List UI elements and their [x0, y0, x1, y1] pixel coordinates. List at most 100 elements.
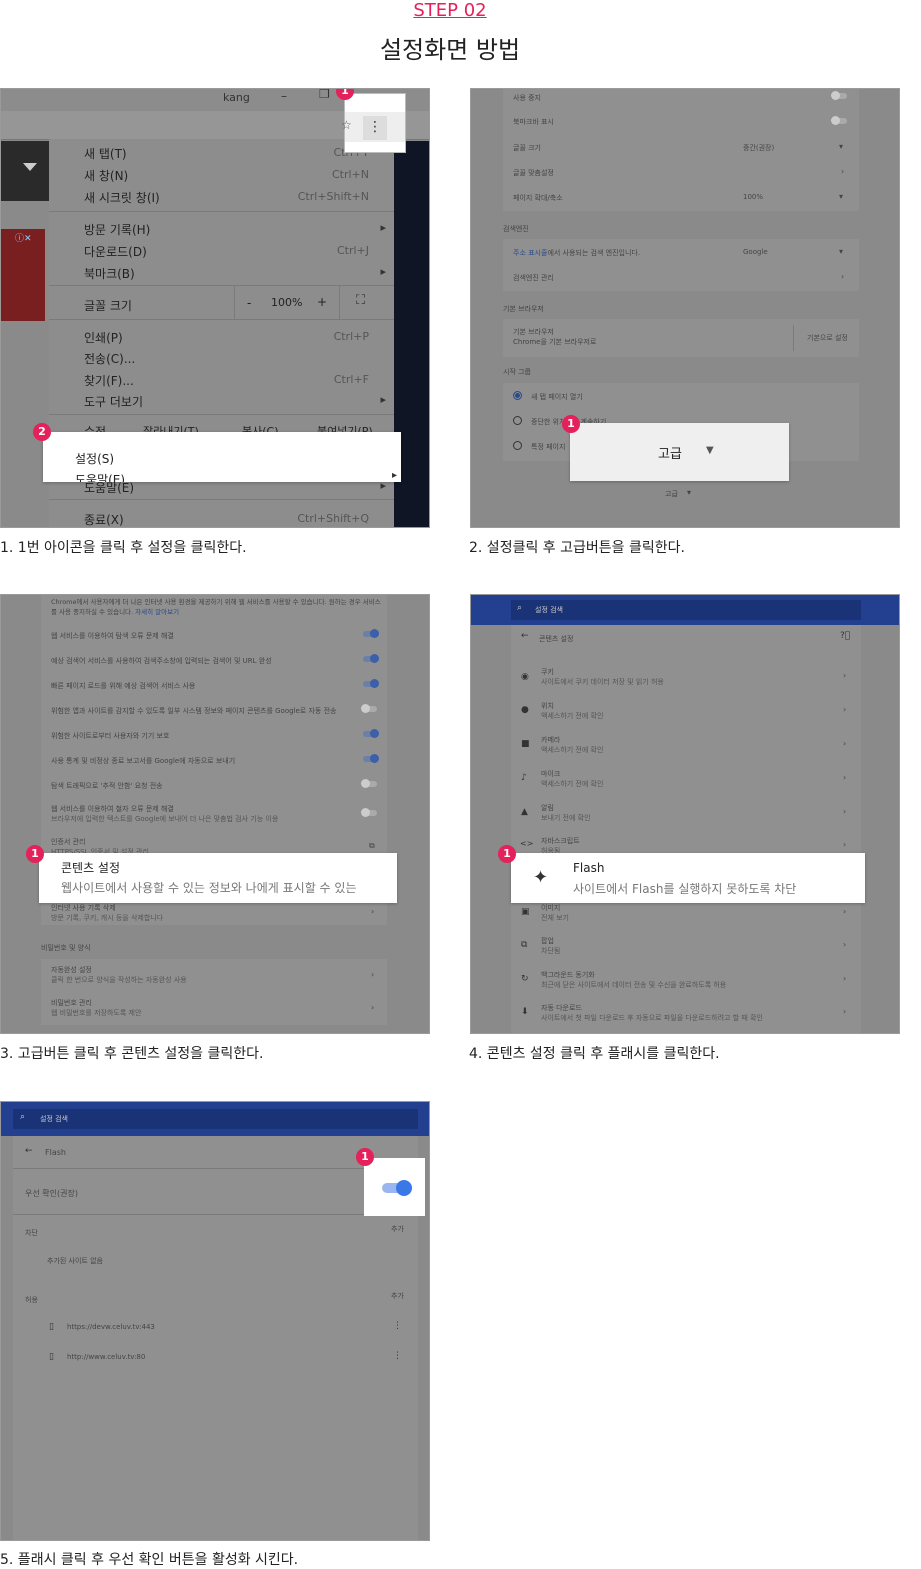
chevron-right-icon[interactable]: › [843, 1007, 846, 1016]
chevron-right-icon[interactable]: › [371, 907, 374, 916]
back-arrow-icon[interactable]: ← [521, 631, 529, 641]
item-title[interactable]: 알림 [541, 803, 554, 813]
add-allow-button[interactable]: 추가 [391, 1291, 404, 1301]
menu-button-highlight: ☆ ⋮ [341, 93, 406, 153]
search-engine-desc: 주소 표시줄에서 사용되는 검색 엔진입니다. [513, 249, 641, 257]
menu-item-more-tools[interactable]: 도구 더보기 [84, 393, 143, 410]
passwords-sub: 웹 비밀번호를 저장하도록 제안 [51, 1009, 142, 1017]
help-icon[interactable]: ?⃝ [840, 631, 850, 641]
back-arrow-icon[interactable]: ← [25, 1146, 33, 1156]
item-title[interactable]: 카메라 [541, 735, 560, 745]
zoom-in-button[interactable]: + [317, 295, 327, 309]
make-default-button[interactable]: 기본으로 설정 [807, 333, 848, 343]
shortcut: Ctrl+P [333, 330, 369, 343]
clear-history-sub: 방문 기록, 쿠키, 캐시 등을 삭제합니다 [51, 914, 164, 922]
chevron-right-icon[interactable]: › [843, 840, 846, 849]
more-actions-icon[interactable]: ⋮ [393, 1351, 402, 1361]
chevron-right-icon[interactable]: › [843, 671, 846, 680]
item-title[interactable]: 자동 다운로드 [541, 1003, 582, 1013]
menu-item-exit[interactable]: 종료(X) [84, 511, 124, 527]
item-title[interactable]: 백그라운드 동기화 [541, 970, 595, 980]
chevron-right-icon[interactable]: › [371, 1003, 374, 1012]
zoom-out-button[interactable]: - [247, 296, 251, 310]
more-actions-icon[interactable]: ⋮ [393, 1321, 402, 1331]
more-menu-icon[interactable]: ⋮ [363, 116, 387, 140]
external-link-icon[interactable]: ⧉ [369, 841, 375, 851]
toggle-label: 빠른 페이지 로드를 위해 예상 검색어 서비스 사용 [51, 682, 196, 690]
menu-item-settings[interactable]: 설정(S) [75, 450, 114, 467]
menu-item-incognito[interactable]: 새 시크릿 창(I) [84, 189, 160, 206]
menu-item-find[interactable]: 찾기(F)... [84, 372, 134, 389]
chevron-right-icon[interactable]: › [843, 907, 846, 916]
spellcheck-sub: 브라우저에 입력한 텍스트를 Google에 보내어 더 나은 맞춤법 검사 기… [51, 815, 279, 823]
zoom-select[interactable]: 100% [743, 193, 763, 201]
learn-more-link[interactable]: 자세히 알아보기 [135, 608, 179, 616]
minimize-icon[interactable]: – [281, 89, 287, 103]
flash-title[interactable]: Flash [573, 861, 604, 875]
toggle-switch[interactable] [363, 679, 379, 688]
search-engine-select[interactable]: Google [743, 248, 768, 256]
chevron-right-icon[interactable]: › [843, 940, 846, 949]
ad-info-icon[interactable]: ⓘ✕ [15, 231, 32, 244]
caption-2: 2. 설정클릭 후 고급버튼을 클릭한다. [469, 540, 685, 556]
block-label: 차단 [25, 1229, 38, 1237]
menu-item-bookmarks[interactable]: 북마크(B) [84, 265, 135, 282]
content-settings-sub: 웹사이트에서 사용할 수 있는 정보와 나에게 표시할 수 있는 [61, 881, 357, 895]
toggle-switch[interactable] [361, 808, 377, 817]
toggle-switch[interactable] [363, 729, 379, 738]
item-title[interactable]: 이미지 [541, 903, 560, 913]
radio[interactable] [513, 441, 522, 450]
bookmark-star-icon[interactable]: ☆ [341, 118, 352, 132]
chevron-right-icon[interactable]: › [843, 705, 846, 714]
toggle-switch[interactable] [361, 779, 377, 788]
item-title[interactable]: 위치 [541, 701, 554, 711]
toggle-knob[interactable] [396, 1180, 412, 1196]
menu-item-new-window[interactable]: 새 창(N) [84, 167, 128, 184]
chevron-right-icon[interactable]: › [371, 970, 374, 979]
menu-item-downloads[interactable]: 다운로드(D) [84, 243, 147, 260]
shortcut: Ctrl+F [333, 373, 369, 386]
menu-item-history[interactable]: 방문 기록(H) [84, 221, 150, 238]
toggle-switch[interactable] [363, 654, 379, 663]
radio[interactable] [513, 416, 522, 425]
menu-item-new-tab[interactable]: 새 탭(T) [84, 145, 127, 162]
autofill-title: 자동완성 설정 [51, 966, 92, 974]
address-bar-link[interactable]: 주소 표시줄 [513, 249, 547, 257]
toggle-switch[interactable] [361, 704, 377, 713]
item-title[interactable]: 자바스크립트 [541, 836, 580, 846]
chevron-right-icon[interactable]: › [843, 739, 846, 748]
menu-item-help-partial[interactable]: 도움말(E) [75, 471, 125, 482]
item-title[interactable]: 팝업 [541, 936, 554, 946]
chevron-right-icon[interactable]: › [843, 807, 846, 816]
font-size-select[interactable]: 중간(권장) [743, 143, 774, 153]
manage-search-engines[interactable]: 검색엔진 관리 [513, 273, 554, 283]
restore-icon[interactable]: ❐ [319, 89, 330, 101]
toggle-switch[interactable] [831, 91, 847, 100]
chevron-right-icon[interactable]: › [841, 272, 844, 281]
advanced-button[interactable]: 고급 [658, 443, 682, 462]
item-title[interactable]: 마이크 [541, 769, 560, 779]
divider [49, 285, 394, 286]
content-settings-title[interactable]: 콘텐츠 설정 [61, 859, 120, 876]
add-block-button[interactable]: 추가 [391, 1224, 404, 1234]
chevron-right-icon[interactable]: › [843, 974, 846, 983]
toggle-switch[interactable] [363, 754, 379, 763]
menu-item-cast[interactable]: 전송(C)... [84, 350, 135, 367]
submenu-arrow-icon: ▸ [380, 265, 386, 278]
toggle-switch[interactable] [831, 116, 847, 125]
chevron-down-icon: ▼ [706, 445, 714, 456]
chevron-right-icon[interactable]: › [841, 167, 844, 176]
item-title[interactable]: 쿠키 [541, 667, 554, 677]
location-icon: ● [521, 705, 529, 715]
radio-selected[interactable] [513, 391, 522, 400]
chevron-right-icon[interactable]: › [843, 773, 846, 782]
menu-item-print[interactable]: 인쇄(P) [84, 329, 123, 346]
shortcut: Ctrl+N [331, 168, 369, 181]
fullscreen-icon[interactable]: ⛶ [356, 293, 365, 308]
advanced-highlight: 고급 ▼ [570, 423, 789, 481]
search-input[interactable] [13, 1109, 418, 1129]
item-sub: 액세스하기 전에 확인 [541, 712, 604, 720]
toggle-switch[interactable] [363, 629, 379, 638]
search-input[interactable] [511, 600, 861, 620]
step-label: STEP 02 [413, 0, 487, 21]
